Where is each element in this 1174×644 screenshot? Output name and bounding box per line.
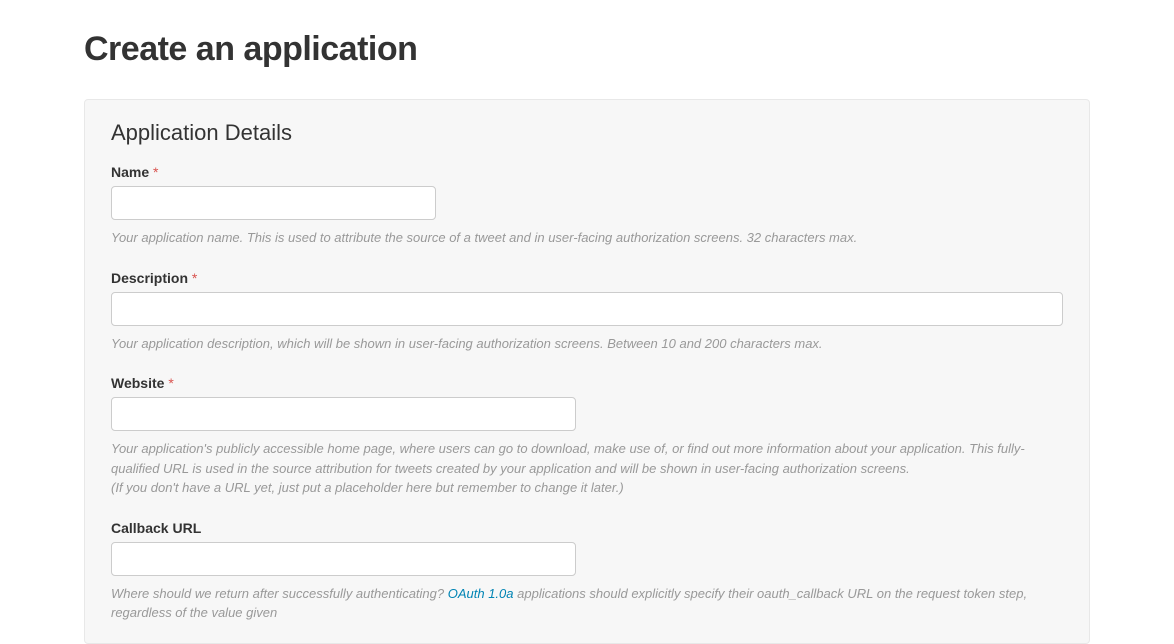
website-required-indicator: * [168,375,173,391]
website-input[interactable] [111,397,576,431]
section-title: Application Details [111,120,1063,146]
callback-label: Callback URL [111,520,1063,536]
description-help: Your application description, which will… [111,334,1063,354]
name-group: Name * Your application name. This is us… [111,164,1063,248]
description-required-indicator: * [192,270,197,286]
name-label-text: Name [111,164,149,180]
name-required-indicator: * [153,164,158,180]
callback-help-pre: Where should we return after successfull… [111,586,448,601]
website-group: Website * Your application's publicly ac… [111,375,1063,498]
description-group: Description * Your application descripti… [111,270,1063,354]
callback-group: Callback URL Where should we return afte… [111,520,1063,623]
callback-help: Where should we return after successfull… [111,584,1063,623]
website-help: Your application's publicly accessible h… [111,439,1063,498]
website-label: Website * [111,375,1063,391]
name-help: Your application name. This is used to a… [111,228,1063,248]
callback-label-text: Callback URL [111,520,201,536]
description-label-text: Description [111,270,188,286]
name-label: Name * [111,164,1063,180]
website-label-text: Website [111,375,164,391]
name-input[interactable] [111,186,436,220]
callback-input[interactable] [111,542,576,576]
website-help-line2: (If you don't have a URL yet, just put a… [111,478,1063,498]
website-help-line1: Your application's publicly accessible h… [111,439,1063,478]
description-input[interactable] [111,292,1063,326]
description-label: Description * [111,270,1063,286]
application-details-panel: Application Details Name * Your applicat… [84,99,1090,644]
oauth-link[interactable]: OAuth 1.0a [448,586,514,601]
page-title: Create an application [84,30,1090,69]
